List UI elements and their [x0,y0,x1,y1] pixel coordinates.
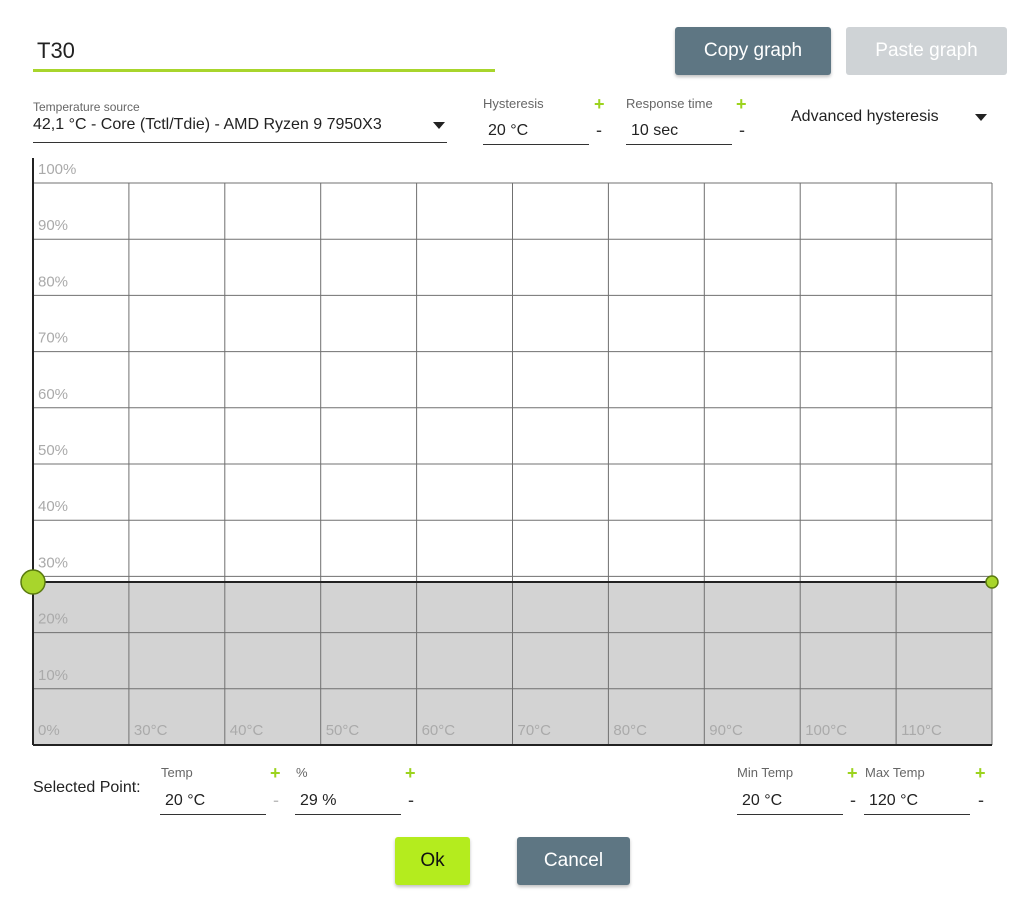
y-tick-label: 90% [38,217,68,234]
selected-percent-input[interactable]: 29 % [295,788,401,816]
selected-temp-caption: Temp [161,765,193,780]
selected-temp-value: 20 °C [165,792,206,809]
y-tick-label: 100% [38,161,76,178]
selected-point-label: Selected Point: [33,779,141,796]
y-tick-label: 70% [38,330,68,347]
min-temp-caption: Min Temp [737,765,794,780]
x-tick-label: 110°C [901,722,942,739]
selected-percent-underline [295,814,401,815]
min-temp-underline [737,814,843,815]
x-tick-label: 50°C [326,722,360,739]
x-tick-label: 40°C [230,722,264,739]
y-tick-label: 30% [38,554,68,571]
y-tick-label: 40% [38,498,68,515]
selected-temp-minus-button[interactable]: - [273,791,279,809]
curve-point-end[interactable] [985,575,999,589]
max-temp-plus-button[interactable]: + [975,764,986,782]
y-tick-label: 50% [38,442,68,459]
x-tick-label: 60°C [422,722,456,739]
x-tick-label: 70°C [518,722,552,739]
x-tick-label: 30°C [134,722,168,739]
min-temp-minus-button[interactable]: - [850,791,856,809]
x-tick-label: 80°C [613,722,647,739]
selected-percent-plus-button[interactable]: + [405,764,416,782]
max-temp-value: 120 °C [869,792,919,809]
max-temp-caption: Max Temp [865,765,925,780]
cancel-button[interactable]: Cancel [517,837,630,885]
x-tick-label: 100°C [805,722,847,739]
selected-temp-input[interactable]: 20 °C [160,788,266,816]
min-temp-value: 20 °C [742,792,783,809]
ok-button[interactable]: Ok [395,837,470,885]
y-tick-label: 20% [38,611,68,628]
selected-percent-value: 29 % [300,792,337,809]
min-temp-plus-button[interactable]: + [847,764,858,782]
selected-temp-plus-button[interactable]: + [270,764,281,782]
x-tick-label: 90°C [709,722,743,739]
y-tick-label: 10% [38,667,68,684]
selected-temp-underline [160,814,266,815]
max-temp-underline [864,814,970,815]
y-tick-label: 60% [38,386,68,403]
selected-percent-minus-button[interactable]: - [408,791,414,809]
max-temp-minus-button[interactable]: - [978,791,984,809]
selected-percent-caption: % [296,765,308,780]
curve-point-start[interactable] [20,569,46,595]
max-temp-input[interactable]: 120 °C [864,788,970,816]
fan-curve-graph[interactable]: 100% 90% 80% 70% 60% 50% 40% 30% 20% 10% 0% 30°C 40… [0,0,1015,897]
x-tick-label: 0% [38,722,60,739]
y-tick-label: 80% [38,273,68,290]
min-temp-input[interactable]: 20 °C [737,788,843,816]
